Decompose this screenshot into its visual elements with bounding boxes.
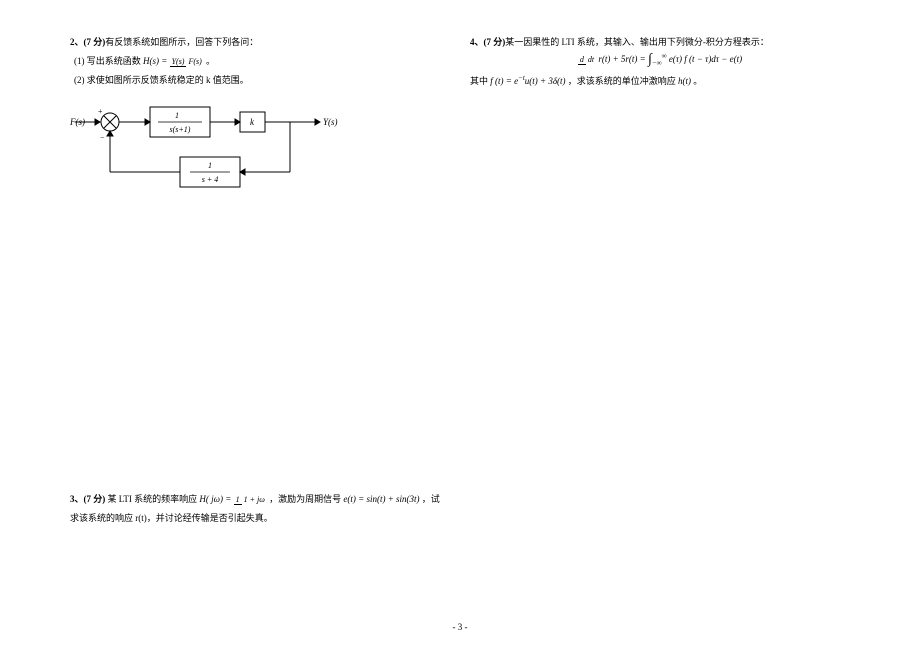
q3-frac-num: 1 — [234, 495, 242, 505]
block1-den: s(s+1) — [170, 125, 191, 134]
q3-line1a: 某 LTI 系统的频率响应 — [105, 494, 199, 504]
q3-frac-den: 1 + jω — [242, 495, 267, 504]
q4-l2b: ，求该系统的单位冲激响应 — [566, 76, 679, 86]
q2-part1-tail: 。 — [204, 56, 215, 66]
q4-equation: ddt r(t) + 5r(t) = ∫−∞∞ e(τ) f (t − τ)dτ… — [470, 52, 850, 68]
q4-dt: dt — [586, 55, 596, 64]
q2-header-text: 有反馈系统如图所示，回答下列各问： — [105, 37, 258, 47]
question-3: 3、(7 分) 某 LTI 系统的频率响应 H( jω) = 11 + jω ，… — [70, 492, 450, 524]
q4-l2eq3: h(t) — [678, 76, 691, 86]
block3-num: 1 — [208, 161, 212, 170]
q3-line1c: ，试 — [420, 494, 440, 504]
q3-eqlead: H( jω) = — [199, 494, 233, 504]
q2-frac-den: F(s) — [186, 57, 203, 66]
q4-l2c: 。 — [691, 76, 702, 86]
question-4: 4、(7 分)某一因果性的 LTI 系统，其输入、输出用下列微分-积分方程表示：… — [470, 35, 850, 87]
int-lo: −∞ — [652, 59, 662, 67]
diagram-output: Y(s) — [323, 117, 338, 127]
q2-part1-label: (1) 写出系统函数 — [74, 56, 143, 66]
q4-d: d — [578, 55, 586, 65]
q4-l2exp: −t — [518, 74, 525, 82]
q3-frac: 11 + jω — [234, 496, 267, 504]
q2-header-prefix: 2、(7 分) — [70, 37, 105, 47]
page-number: - 3 - — [0, 622, 920, 632]
q4-l2eq: f (t) = e — [490, 76, 518, 86]
q2-part1-eqlead: H(s) = — [143, 56, 170, 66]
q3-eq2: e(t) = sin(t) + sin(3t) — [343, 494, 419, 504]
q3-line2: 求该系统的响应 r(t)，并讨论经传输是否引起失真。 — [70, 511, 450, 524]
q2-frac-num: Y(s) — [170, 57, 187, 67]
sum-plus: + — [98, 107, 103, 116]
sum-minus: − — [100, 133, 105, 142]
question-2: 2、(7 分)有反馈系统如图所示，回答下列各问： (1) 写出系统函数 H(s)… — [70, 35, 450, 202]
q3-header-prefix: 3、(7 分) — [70, 494, 105, 504]
q4-ddt: ddt — [578, 56, 596, 64]
q4-l2eq2: u(t) + 3δ(t) — [525, 76, 566, 86]
q3-line1b: ，激励为周期信号 — [267, 494, 344, 504]
q2-part1: (1) 写出系统函数 H(s) = Y(s)F(s) 。 — [74, 54, 450, 67]
q4-line2: 其中 f (t) = e−tu(t) + 3δ(t) ，求该系统的单位冲激响应 … — [470, 74, 850, 87]
q4-line1: 某一因果性的 LTI 系统，其输入、输出用下列微分-积分方程表示： — [505, 37, 769, 47]
q4-rhs: e(τ) f (t − τ)dτ − e(t) — [667, 54, 743, 64]
block-k: k — [250, 117, 255, 127]
q2-part1-frac: Y(s)F(s) — [170, 58, 204, 66]
diagram-input: F(s) — [70, 117, 85, 127]
feedback-diagram: F(s) Y(s) + − 1 s(s+1) k 1 s + 4 — [70, 92, 340, 202]
q4-header-prefix: 4、(7 分) — [470, 37, 505, 47]
q2-part2: (2) 求使如图所示反馈系统稳定的 k 值范围。 — [74, 73, 450, 86]
block1-num: 1 — [175, 111, 179, 120]
block3-den: s + 4 — [202, 175, 219, 184]
q4-lhs-c: r(t) + 5r(t) = — [596, 54, 648, 64]
q4-l2a: 其中 — [470, 76, 490, 86]
